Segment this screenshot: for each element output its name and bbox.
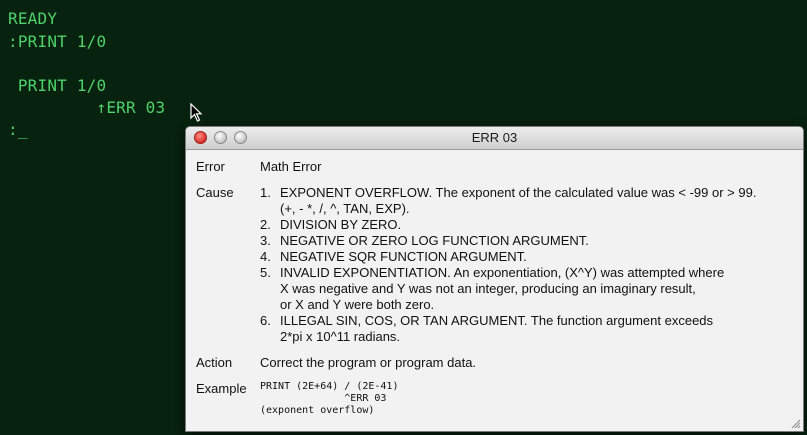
action-row: Action Correct the program or program da…: [196, 355, 795, 371]
action-value: Correct the program or program data.: [260, 355, 477, 370]
cause-number: 6.: [260, 313, 271, 328]
cause-text: INVALID EXPONENTIATION. An exponentiatio…: [280, 265, 725, 312]
example-row: Example PRINT (2E+64) / (2E-41) ^ERR 03 …: [196, 381, 795, 417]
cause-text: ILLEGAL SIN, COS, OR TAN ARGUMENT. The f…: [280, 313, 714, 344]
cause-number: 1.: [260, 185, 271, 200]
cause-number: 5.: [260, 265, 271, 280]
terminal-line-command: :PRINT 1/0: [8, 32, 107, 51]
terminal-line-echo: PRINT 1/0: [8, 76, 107, 95]
cause-number: 3.: [260, 233, 271, 248]
cause-number: 2.: [260, 217, 271, 232]
error-label: Error: [196, 159, 225, 174]
cause-item: 3. NEGATIVE OR ZERO LOG FUNCTION ARGUMEN…: [260, 233, 795, 249]
terminal-line-ready: READY: [8, 9, 58, 28]
cause-item: 5. INVALID EXPONENTIATION. An exponentia…: [260, 265, 795, 313]
terminal-line-error[interactable]: ↑ERR 03: [8, 98, 165, 118]
cause-label: Cause: [196, 185, 234, 200]
window-title: ERR 03: [471, 130, 518, 145]
cause-row: Cause 1. EXPONENT OVERFLOW. The exponent…: [196, 185, 795, 345]
cause-text: NEGATIVE OR ZERO LOG FUNCTION ARGUMENT.: [280, 233, 589, 248]
cause-number: 4.: [260, 249, 271, 264]
cause-text: NEGATIVE SQR FUNCTION ARGUMENT.: [280, 249, 527, 264]
action-label: Action: [196, 355, 233, 370]
mouse-pointer-icon: [190, 103, 203, 122]
error-value: Math Error: [260, 159, 322, 174]
cause-text: DIVISION BY ZERO.: [280, 217, 402, 232]
cause-item: 1. EXPONENT OVERFLOW. The exponent of th…: [260, 185, 795, 217]
resize-grip-icon[interactable]: [791, 419, 801, 429]
error-help-window[interactable]: ERR 03 Error Math Error Cause 1. EXPONEN…: [185, 126, 804, 432]
window-titlebar[interactable]: ERR 03: [186, 127, 803, 150]
cause-text: EXPONENT OVERFLOW. The exponent of the c…: [280, 185, 757, 216]
terminal-prompt-cursor[interactable]: :_: [8, 120, 28, 140]
error-row: Error Math Error: [196, 159, 795, 175]
example-code: PRINT (2E+64) / (2E-41) ^ERR 03 (exponen…: [260, 381, 399, 416]
cause-item: 2. DIVISION BY ZERO.: [260, 217, 795, 233]
cause-list: 1. EXPONENT OVERFLOW. The exponent of th…: [260, 185, 795, 345]
cause-item: 6. ILLEGAL SIN, COS, OR TAN ARGUMENT. Th…: [260, 313, 795, 345]
cause-item: 4. NEGATIVE SQR FUNCTION ARGUMENT.: [260, 249, 795, 265]
error-details: Error Math Error Cause 1. EXPONENT OVERF…: [196, 159, 795, 427]
example-label: Example: [196, 381, 247, 396]
